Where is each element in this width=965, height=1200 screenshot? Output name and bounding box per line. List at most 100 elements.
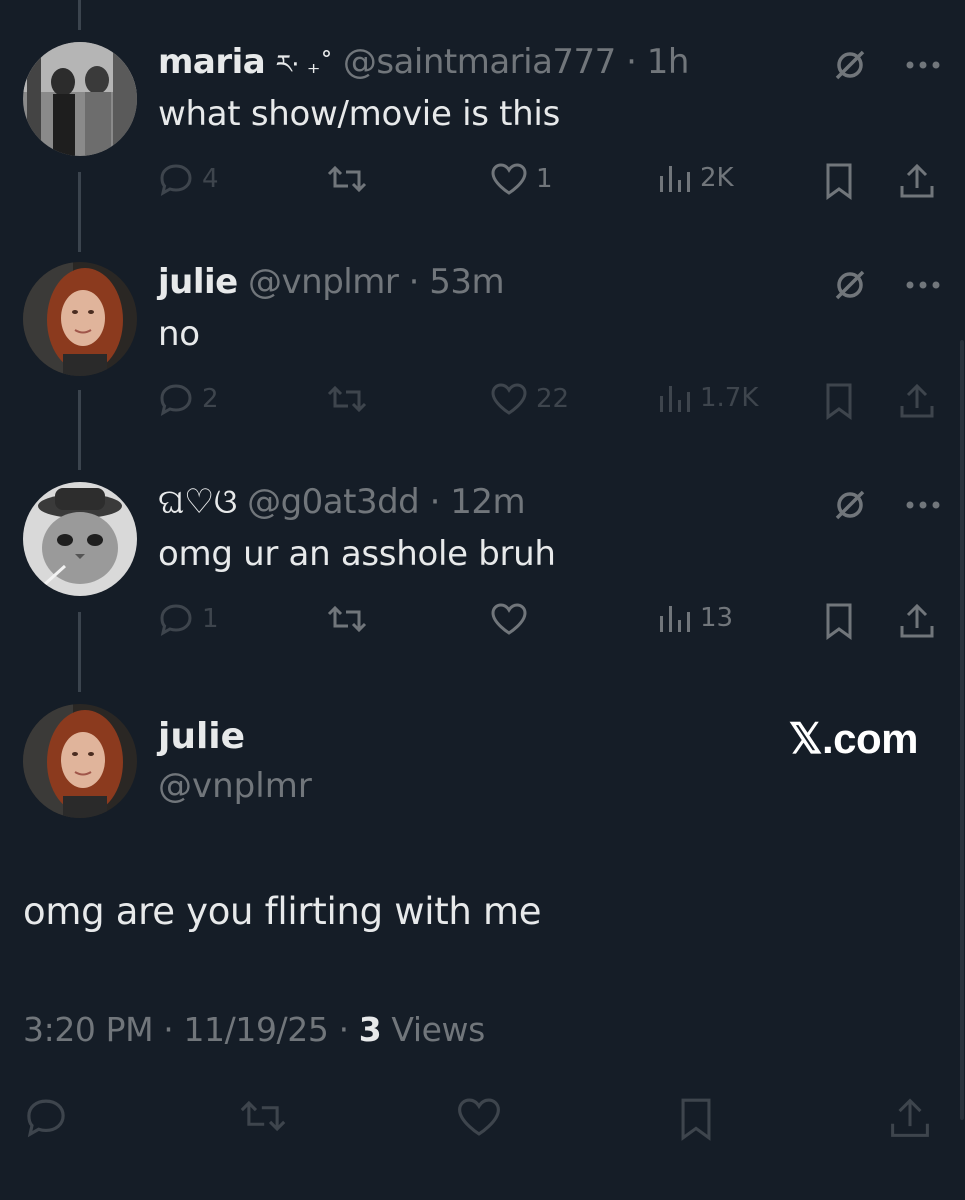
bookmark-icon	[826, 603, 852, 640]
separator: ·	[338, 1010, 349, 1049]
more-icon[interactable]	[905, 60, 941, 70]
display-name[interactable]: ଘ♡ଓ	[158, 482, 237, 522]
share-icon	[900, 603, 934, 638]
reply-button[interactable]: 4	[158, 162, 219, 196]
retweet-button[interactable]	[238, 1096, 288, 1136]
time[interactable]: 3:20 PM	[23, 1010, 154, 1049]
like-button[interactable]	[456, 1096, 502, 1138]
tweet-actions: 2 22 1.7K	[158, 382, 948, 422]
display-name[interactable]: julie	[158, 262, 238, 302]
tweet-actions: 4 1 2K	[158, 162, 948, 202]
scrollbar-thumb[interactable]	[960, 340, 964, 1120]
tweet-text: omg ur an asshole bruh	[158, 534, 556, 574]
bookmark-button[interactable]	[822, 382, 856, 420]
display-name[interactable]: maria	[158, 42, 266, 82]
tweet-top-actions	[831, 486, 941, 524]
like-count: 22	[536, 384, 570, 414]
date[interactable]: 11/19/25	[183, 1010, 328, 1049]
bookmark-button[interactable]	[822, 602, 856, 640]
like-icon	[458, 1098, 500, 1136]
views-button[interactable]: 2K	[658, 162, 734, 194]
retweet-button[interactable]	[326, 382, 368, 416]
reply-button[interactable]: 1	[158, 602, 219, 636]
reply-icon	[160, 384, 192, 416]
tweet-header: ଘ♡ଓ @g0at3dd · 12m	[158, 482, 526, 522]
views-icon	[660, 166, 690, 192]
share-icon	[900, 383, 934, 418]
reply-count: 2	[202, 384, 219, 414]
retweet-icon	[240, 1100, 286, 1132]
views-button[interactable]: 13	[658, 602, 733, 634]
reply-count: 4	[202, 164, 219, 194]
timestamp[interactable]: 1h	[647, 42, 690, 82]
retweet-icon	[327, 605, 367, 633]
views-count: 3	[358, 1010, 382, 1049]
avatar[interactable]	[23, 42, 137, 156]
separator: ·	[163, 1010, 174, 1049]
views-button[interactable]: 1.7K	[658, 382, 758, 414]
bookmark-icon	[826, 163, 852, 200]
tweet-header: julie @vnplmr · 53m	[158, 262, 505, 302]
reply-button[interactable]	[24, 1096, 68, 1138]
like-button[interactable]	[490, 602, 528, 636]
retweet-icon	[327, 385, 367, 413]
display-name[interactable]: julie	[158, 716, 245, 757]
handle[interactable]: @g0at3dd	[247, 482, 420, 522]
tweet-top-actions	[831, 266, 941, 304]
like-count: 1	[536, 164, 553, 194]
handle[interactable]: @vnplmr	[248, 262, 399, 302]
more-icon[interactable]	[905, 500, 941, 510]
reply-icon	[160, 604, 192, 636]
share-icon	[900, 163, 934, 198]
tweet-header: maria ར· ₊˚ @saintmaria777 · 1h	[158, 42, 689, 85]
more-icon[interactable]	[905, 280, 941, 290]
share-button[interactable]	[898, 382, 936, 420]
reply-icon	[27, 1099, 65, 1138]
reply-button[interactable]: 2	[158, 382, 219, 416]
view-count: 13	[700, 603, 734, 633]
tweet-top-actions	[831, 46, 941, 84]
bookmark-button[interactable]	[822, 162, 856, 200]
like-icon	[491, 163, 527, 195]
separator: ·	[429, 482, 441, 522]
like-icon	[491, 603, 527, 635]
view-count: 2K	[700, 163, 734, 193]
bookmark-icon	[681, 1098, 711, 1141]
grok-icon[interactable]	[831, 486, 869, 524]
tweet-timestamp: 3:20 PM · 11/19/25 · 3 Views	[23, 1010, 485, 1049]
main-tweet-actions	[0, 1086, 965, 1146]
share-button[interactable]	[888, 1096, 932, 1140]
tweet-text: omg are you flirting with me	[23, 890, 542, 933]
timestamp[interactable]: 12m	[450, 482, 525, 522]
tweet-text: what show/movie is this	[158, 94, 560, 134]
avatar[interactable]	[23, 262, 137, 376]
name-decoration: ར· ₊˚	[275, 50, 333, 80]
reply-tweet[interactable]: maria ར· ₊˚ @saintmaria777 · 1h what sho…	[0, 42, 965, 212]
retweet-button[interactable]	[326, 162, 368, 196]
reply-tweet[interactable]: julie @vnplmr · 53m no 2 22 1.7K	[0, 262, 965, 432]
grok-icon[interactable]	[831, 266, 869, 304]
bookmark-button[interactable]	[676, 1096, 716, 1142]
thread-line	[78, 0, 81, 30]
reply-tweet[interactable]: ଘ♡ଓ @g0at3dd · 12m omg ur an asshole bru…	[0, 482, 965, 652]
like-icon	[491, 383, 527, 415]
avatar[interactable]	[23, 704, 137, 818]
views-label: Views	[391, 1010, 485, 1049]
handle[interactable]: @vnplmr	[158, 766, 312, 806]
avatar[interactable]	[23, 482, 137, 596]
grok-icon[interactable]	[831, 46, 869, 84]
like-button[interactable]: 22	[490, 382, 569, 416]
views-icon	[660, 606, 690, 632]
retweet-button[interactable]	[326, 602, 368, 636]
like-button[interactable]: 1	[490, 162, 553, 196]
tweet-text: no	[158, 314, 200, 354]
handle[interactable]: @saintmaria777	[343, 42, 617, 82]
tweet-actions: 1 13	[158, 602, 948, 642]
reply-count: 1	[202, 604, 219, 634]
scrollbar[interactable]	[959, 0, 965, 1200]
retweet-icon	[327, 165, 367, 193]
share-button[interactable]	[898, 602, 936, 640]
share-icon	[891, 1098, 929, 1137]
share-button[interactable]	[898, 162, 936, 200]
timestamp[interactable]: 53m	[429, 262, 504, 302]
